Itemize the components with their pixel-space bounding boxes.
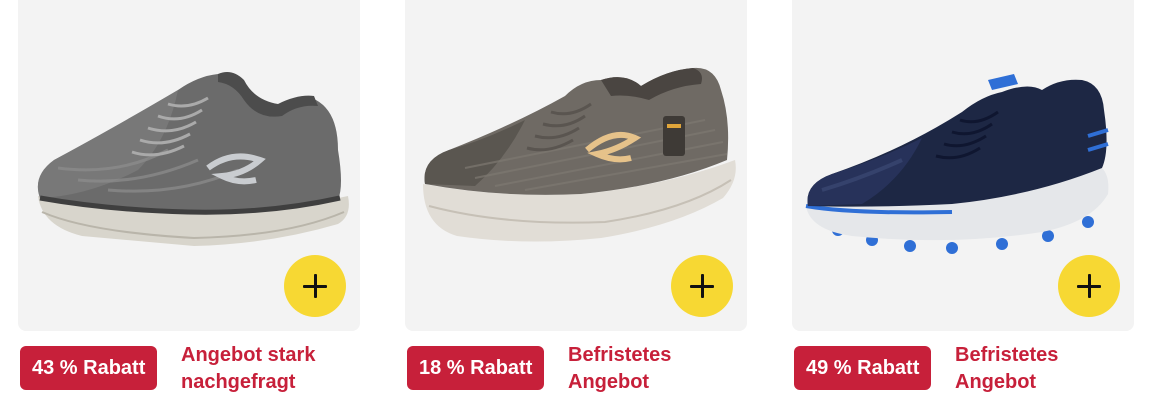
deal-label: Befristetes Angebot	[955, 342, 1120, 396]
plus-icon	[1077, 274, 1101, 298]
add-to-cart-button[interactable]	[671, 255, 733, 317]
discount-badge: 43 % Rabatt	[20, 346, 158, 390]
deal-label: Befristetes Angebot	[568, 342, 733, 396]
discount-badge: 18 % Rabatt	[407, 346, 545, 390]
deal-label-line: Angebot	[568, 371, 650, 393]
product-card[interactable]: 49 % Rabatt Befristetes Angebot	[792, 0, 1134, 400]
deal-label-line: Befristetes	[955, 344, 1059, 366]
add-to-cart-button[interactable]	[284, 255, 346, 317]
product-image-frame[interactable]	[792, 0, 1134, 331]
deal-label: Angebot stark nachgefragt	[181, 342, 346, 396]
product-card[interactable]: 18 % Rabatt Befristetes Angebot	[405, 0, 747, 400]
discount-badge: 49 % Rabatt	[794, 346, 932, 390]
plus-icon	[303, 274, 327, 298]
deal-label-line: Angebot	[955, 371, 1037, 393]
deal-label-line: Befristetes	[568, 344, 672, 366]
product-card[interactable]: 43 % Rabatt Angebot stark nachgefragt	[18, 0, 360, 400]
deal-label-line: Angebot stark	[181, 344, 316, 366]
product-image-frame[interactable]	[18, 0, 360, 331]
add-to-cart-button[interactable]	[1058, 255, 1120, 317]
product-image-frame[interactable]	[405, 0, 747, 331]
deal-label-line: nachgefragt	[181, 371, 296, 393]
plus-icon	[690, 274, 714, 298]
